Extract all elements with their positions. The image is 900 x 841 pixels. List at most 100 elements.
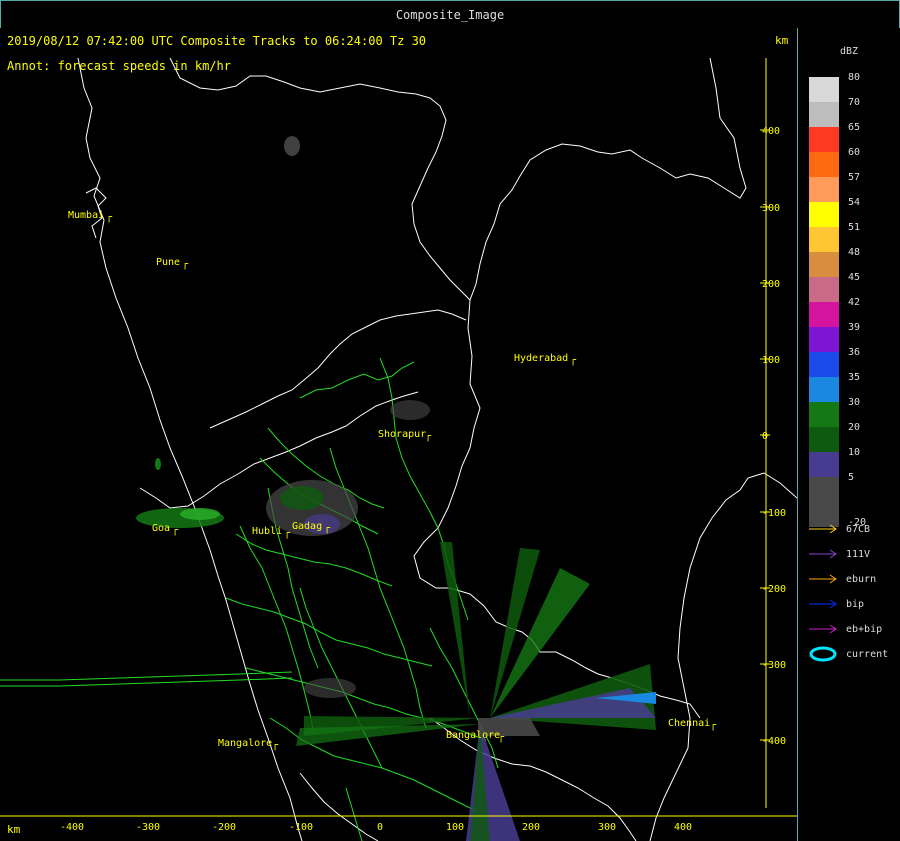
x-tick-neg100: -100: [289, 822, 313, 833]
track-legend-item: eburn: [808, 571, 876, 587]
legend-swatch: [809, 452, 839, 477]
legend-value: 10: [848, 447, 861, 458]
legend-swatch: [809, 277, 839, 302]
city-marker: ┌: [284, 528, 291, 539]
legend-swatch: [809, 252, 839, 277]
track-arrow-icon: [809, 524, 837, 534]
legend-value: 51: [848, 222, 861, 233]
legend-swatch: [809, 427, 839, 452]
legend-swatch: [809, 177, 839, 202]
track-label: bip: [846, 598, 865, 610]
track-label: 67CB: [846, 523, 871, 535]
track-legend-item: current: [808, 646, 888, 662]
track-label: current: [846, 648, 889, 660]
track-legend-item: 111V: [808, 546, 870, 562]
city-gadag: Gadag: [292, 521, 322, 532]
track-legend-item: 67CB: [808, 521, 870, 537]
city-mumbai: Mumbai: [68, 210, 104, 221]
track-label: eburn: [846, 573, 877, 585]
y-tick-neg100: -100: [762, 508, 786, 519]
x-axis: -400 -300 -200 -100 0 100 200 300 400: [0, 815, 797, 833]
track-arrow-icon: [809, 549, 837, 559]
track-label: eb+bip: [846, 623, 883, 635]
y-axis: 400 300 200 100 0 -100 -200 -300 -400: [760, 58, 786, 808]
x-tick-neg400: -400: [60, 822, 84, 833]
city-shorapur: Shorapur: [378, 429, 426, 440]
city-marker: ┌: [425, 431, 432, 442]
city-mangalore: Mangalore: [218, 738, 272, 749]
y-tick-neg300: -300: [762, 660, 786, 671]
legend-value: 60: [848, 147, 861, 158]
track-arrow-icon: [809, 599, 837, 609]
legend-value: 5: [848, 472, 855, 483]
city-marker: ┌: [272, 740, 279, 751]
state-border-maharashtra: [169, 57, 471, 301]
legend-swatch: [809, 327, 839, 352]
city-pune: Pune: [156, 257, 180, 268]
legend-value: 70: [848, 97, 861, 108]
legend-value: 39: [848, 322, 861, 333]
coastline: [77, 57, 303, 841]
city-marker: ┌: [710, 720, 717, 731]
legend-swatch: [809, 352, 839, 377]
legend-title: dBZ: [840, 46, 859, 57]
x-tick-0: 0: [377, 822, 383, 833]
legend-value: 36: [848, 347, 861, 358]
legend-value: 42: [848, 297, 861, 308]
legend-value: 30: [848, 397, 861, 408]
current-position-icon: [809, 646, 837, 662]
legend-value: 80: [848, 72, 861, 83]
radar-map-svg: 400 300 200 100 0 -100 -200 -300 -400 -4…: [0, 57, 797, 841]
legend-value: 35: [848, 372, 861, 383]
city-labels: Mumbai ┌ Pune ┌ Hyderabad ┌ Shorapur ┌ G…: [68, 210, 717, 751]
city-marker: ┌: [182, 259, 189, 270]
legend-value: 45: [848, 272, 861, 283]
city-marker: ┌: [106, 212, 113, 223]
y-tick-400: 400: [762, 126, 780, 137]
y-tick-200: 200: [762, 279, 780, 290]
state-border-telangana: [413, 57, 747, 719]
track-label: 111V: [846, 548, 871, 560]
window-title: Composite_Image: [395, 7, 505, 22]
legend-value: 65: [848, 122, 861, 133]
east-coastline: [649, 472, 797, 841]
window-titlebar: Composite_Image: [0, 0, 900, 29]
legend-panel: dBZ 80 70 65 60 57 54 51 48 45 42 39 36 35 30 20 10 5 -20…: [798, 28, 900, 841]
city-hubli: Hubli: [252, 526, 282, 537]
x-tick-100: 100: [446, 822, 464, 833]
city-chennai: Chennai: [668, 718, 710, 729]
y-tick-0: 0: [762, 431, 768, 442]
x-tick-300: 300: [598, 822, 616, 833]
y-tick-100: 100: [762, 355, 780, 366]
city-marker: ┌: [172, 525, 179, 536]
legend-value: 57: [848, 172, 861, 183]
legend-swatch: [809, 477, 839, 502]
legend-value: 20: [848, 422, 861, 433]
legend-swatch: [809, 402, 839, 427]
track-arrow-icon: [809, 574, 837, 584]
legend-swatch: [809, 227, 839, 252]
legend-swatch: [809, 77, 839, 102]
city-bangalore: Bangalore: [446, 730, 500, 741]
city-marker: ┌: [570, 355, 577, 366]
legend-swatch: [809, 102, 839, 127]
x-tick-neg300: -300: [136, 822, 160, 833]
legend-value: 48: [848, 247, 861, 258]
x-tick-neg200: -200: [212, 822, 236, 833]
legend-swatch: [809, 377, 839, 402]
track-legend-item: bip: [808, 596, 864, 612]
track-legend-item: eb+bip: [808, 621, 882, 637]
y-tick-neg400: -400: [762, 736, 786, 747]
city-marker: ┌: [498, 732, 505, 743]
legend-swatch: [809, 302, 839, 327]
y-tick-300: 300: [762, 203, 780, 214]
radar-map-panel[interactable]: 2019/08/12 07:42:00 UTC Composite Tracks…: [0, 28, 798, 841]
legend-swatch: [809, 202, 839, 227]
x-tick-200: 200: [522, 822, 540, 833]
legend-swatch: [809, 127, 839, 152]
legend-value: 54: [848, 197, 861, 208]
y-tick-neg200: -200: [762, 584, 786, 595]
legend-swatch: [809, 152, 839, 177]
track-arrow-icon: [809, 624, 837, 634]
city-marker: ┌: [324, 523, 331, 534]
